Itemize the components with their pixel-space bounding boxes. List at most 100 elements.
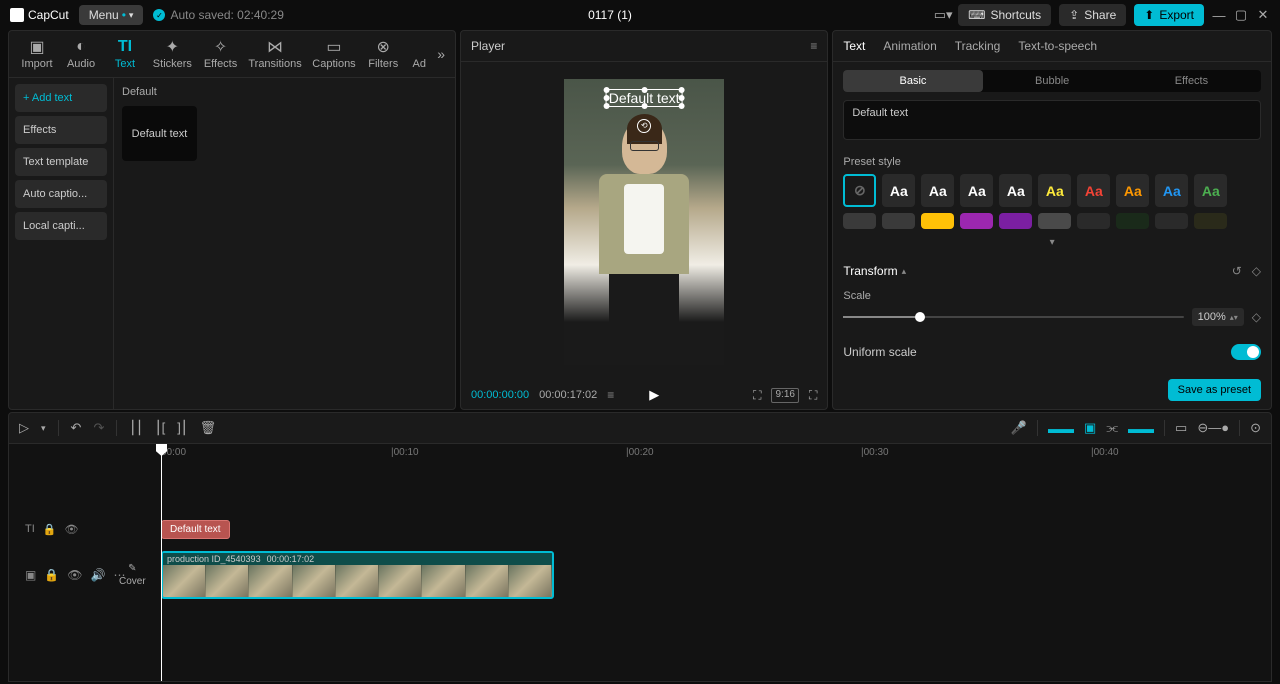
play-button[interactable]: ▶ [649,387,659,403]
preset-outline[interactable]: Aa [921,174,954,207]
rtab-animation[interactable]: Animation [883,39,936,53]
tab-captions[interactable]: ▭Captions [307,35,362,73]
video-track-icon[interactable]: ▣ [25,568,36,582]
text-track-icon[interactable]: TI [25,523,35,535]
menu-button[interactable]: Menu•▾ [79,5,144,25]
magnet-icon[interactable]: ▬▬ [1048,421,1074,436]
eye-icon[interactable]: 👁 [64,523,78,536]
preset-red[interactable]: Aa [1077,174,1110,207]
tab-audio[interactable]: ◐Audio [59,35,103,73]
share-button[interactable]: ⇪ Share [1059,4,1126,26]
preset-blue[interactable]: Aa [1155,174,1188,207]
preset-dark3[interactable] [1155,213,1188,229]
preset-green[interactable]: Aa [1194,174,1227,207]
zoom-out-icon[interactable]: ⊖—● [1197,420,1229,436]
mute-icon[interactable]: 🔊 [91,568,106,582]
playhead[interactable] [161,444,162,681]
eye-icon[interactable]: 👁 [67,568,82,582]
redo-icon[interactable]: ↷ [93,420,104,436]
video-clip[interactable]: production ID_4540393 00:00:17:02 [161,551,554,599]
expand-presets-icon[interactable]: ▾ [833,237,1271,248]
tab-ad[interactable]: Ad [405,35,433,73]
tab-filters[interactable]: ⊗Filters [361,35,405,73]
side-template[interactable]: Text template [15,148,107,176]
preset-yellow2[interactable] [921,213,954,229]
preset-dark2[interactable] [1116,213,1149,229]
zoom-fit-icon[interactable]: ⊙ [1250,420,1261,436]
lock-icon[interactable]: 🔒 [44,568,59,582]
export-button[interactable]: ⬆ Export [1134,4,1204,26]
preset-gray1[interactable] [843,213,876,229]
subtab-effects[interactable]: Effects [1122,70,1261,92]
default-text-thumb[interactable]: Default text [122,106,197,161]
timeline-ruler[interactable]: 00:00 |00:10 |00:20 |00:30 |00:40 [121,444,1271,464]
snap-icon[interactable]: ▬▬ [1128,421,1154,436]
timeline[interactable]: 00:00 |00:10 |00:20 |00:30 |00:40 TI 🔒 👁… [8,444,1272,682]
minimize-icon[interactable]: — [1212,8,1226,22]
preset-purple[interactable] [960,213,993,229]
preset-dark[interactable] [1077,213,1110,229]
tab-transitions[interactable]: ⋈Transitions [243,35,306,73]
side-localcaptions[interactable]: Local capti... [15,212,107,240]
preset-bold[interactable]: Aa [960,174,993,207]
scale-slider[interactable] [843,316,1183,318]
dropdown-icon[interactable]: ▾ [41,423,46,434]
split-icon[interactable]: ⎮⎮ [129,420,143,436]
preset-white[interactable]: Aa [882,174,915,207]
delete-icon[interactable]: 🗑 [200,420,217,436]
preset-gray2[interactable] [882,213,915,229]
preset-purple2[interactable] [999,213,1032,229]
rotate-handle-icon[interactable]: ⟲ [637,119,651,133]
uniform-scale-toggle[interactable] [1231,344,1261,360]
tab-import[interactable]: ▣Import [15,35,59,73]
preset-orange[interactable]: Aa [1116,174,1149,207]
preview-area[interactable]: Default text ⟲ [461,62,827,381]
crop-icon[interactable]: ⛶ [753,388,761,403]
lock-icon[interactable]: 🔒 [43,523,57,536]
player-menu-icon[interactable]: ≡ [810,39,817,53]
preview-canvas[interactable]: Default text ⟲ [564,79,724,365]
keyframe-icon[interactable]: ◇ [1252,264,1261,278]
text-clip[interactable]: Default text [161,520,230,539]
tab-text[interactable]: TIText [103,35,147,73]
text-overlay[interactable]: Default text [606,89,683,107]
preset-dark4[interactable] [1194,213,1227,229]
preview-mode-icon[interactable]: ▭ [1175,420,1187,436]
rtab-tracking[interactable]: Tracking [955,39,1001,53]
save-preset-button[interactable]: Save as preset [1168,379,1261,401]
list-icon[interactable]: ≡ [607,388,614,402]
maximize-icon[interactable]: ▢ [1234,8,1248,22]
shortcuts-button[interactable]: ⌨ Shortcuts [958,4,1051,26]
close-icon[interactable]: ✕ [1256,8,1270,22]
mic-icon[interactable]: 🎤 [1011,420,1027,436]
tab-stickers[interactable]: ✦Stickers [147,35,198,73]
trim-right-icon[interactable]: ]⎮ [177,420,187,436]
trim-left-icon[interactable]: ⎮[ [155,420,165,436]
reset-icon[interactable]: ↺ [1232,264,1242,278]
preset-none[interactable]: ⊘ [843,174,876,207]
side-autocaptions[interactable]: Auto captio... [15,180,107,208]
text-input[interactable]: Default text [843,100,1261,140]
cover-button[interactable]: ✎ Cover [119,563,146,587]
slider-thumb[interactable] [915,312,925,322]
scale-keyframe-icon[interactable]: ◇ [1252,310,1261,324]
side-effects[interactable]: Effects [15,116,107,144]
fullscreen-icon[interactable]: ⛶ [809,388,817,403]
scale-value[interactable]: 100%▴▾ [1192,308,1244,326]
aspect-ratio[interactable]: 9:16 [771,388,798,403]
more-tabs-icon[interactable]: » [433,46,449,62]
preset-light[interactable] [1038,213,1071,229]
side-add-text[interactable]: + Add text [15,84,107,112]
subtab-basic[interactable]: Basic [843,70,982,92]
link-icon[interactable]: ▣ [1084,420,1096,436]
tab-effects[interactable]: ✧Effects [198,35,244,73]
preset-shadow[interactable]: Aa [999,174,1032,207]
preset-yellow[interactable]: Aa [1038,174,1071,207]
pointer-tool-icon[interactable]: ▷ [19,420,29,436]
transform-title[interactable]: Transform ▴ [843,264,906,278]
chain-icon[interactable]: ⫘ [1106,420,1118,436]
rtab-text[interactable]: Text [843,39,865,53]
rtab-tts[interactable]: Text-to-speech [1018,39,1097,53]
layout-icon[interactable]: ▭▾ [936,8,950,22]
undo-icon[interactable]: ↶ [71,420,82,436]
